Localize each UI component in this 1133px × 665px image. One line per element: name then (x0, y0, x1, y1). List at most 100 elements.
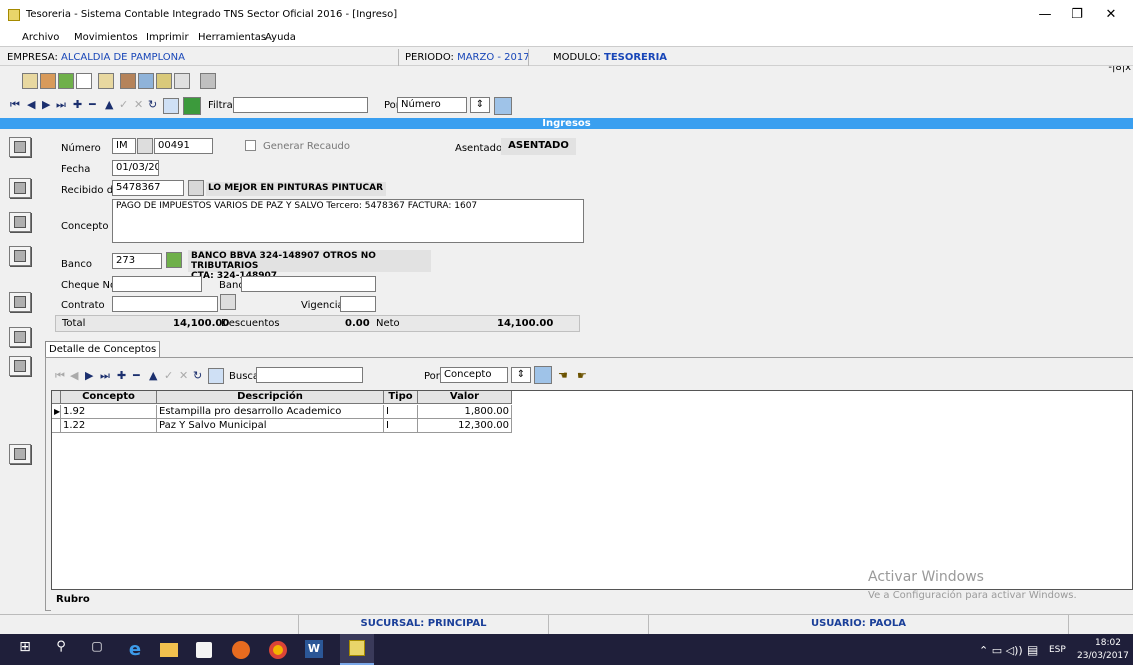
add-record-icon[interactable]: ✚ (73, 98, 82, 111)
numero-prefix-field[interactable]: IM (112, 138, 136, 154)
first-record-icon[interactable]: ⏮ (55, 369, 65, 383)
next-record-icon[interactable]: ▶ (42, 98, 50, 111)
contrato-field[interactable] (112, 296, 218, 312)
por-select[interactable]: Número (397, 97, 467, 113)
user-icon[interactable] (40, 73, 56, 89)
language-indicator[interactable]: ESP (1049, 645, 1066, 655)
side-button-export[interactable] (9, 327, 31, 347)
side-button-import[interactable] (9, 356, 31, 376)
menu-ayuda[interactable]: Ayuda (265, 32, 296, 43)
clock-date[interactable]: 23/03/2017 (1077, 651, 1129, 661)
side-button-close[interactable] (9, 444, 31, 464)
table-icon[interactable] (138, 73, 154, 89)
column-header-concepto[interactable]: Concepto (61, 391, 157, 404)
filtrar-input[interactable] (233, 97, 368, 113)
banco-field[interactable]: 273 (112, 253, 162, 269)
firefox-icon[interactable] (232, 641, 250, 659)
prev-record-icon[interactable]: ◀ (70, 369, 78, 382)
cancel-icon[interactable]: ✕ (134, 98, 143, 111)
people-icon[interactable] (120, 73, 136, 89)
column-header-valor[interactable]: Valor (418, 391, 512, 404)
file-explorer-icon[interactable] (160, 643, 178, 657)
por-select[interactable]: Concepto (440, 367, 508, 383)
money-bag-icon[interactable] (166, 252, 182, 268)
side-button-edit[interactable] (9, 178, 31, 198)
prev-pointer-icon[interactable]: ☚ (558, 369, 568, 382)
check-icon[interactable]: ✓ (119, 98, 128, 111)
recibido-field[interactable]: 5478367 (112, 180, 184, 196)
vigencia-field[interactable] (340, 296, 376, 312)
delete-record-icon[interactable]: ━ (133, 369, 140, 382)
store-icon[interactable] (196, 642, 212, 658)
clock-time[interactable]: 18:02 (1095, 638, 1121, 648)
side-button-print2[interactable] (9, 246, 31, 266)
table-cell[interactable]: 1.92 (61, 405, 157, 419)
menu-archivo[interactable]: Archivo (22, 32, 59, 43)
restore-button[interactable]: ❐ (1062, 6, 1092, 24)
cheque-field[interactable] (112, 276, 202, 292)
numero-field[interactable]: 00491 (154, 138, 213, 154)
task-view-icon[interactable]: ▢ (86, 639, 108, 661)
table-cell[interactable]: Paz Y Salvo Municipal (157, 419, 384, 433)
next-record-icon[interactable]: ▶ (85, 369, 93, 382)
table-cell[interactable]: Estampilla pro desarrollo Academico (157, 405, 384, 419)
search-icon[interactable]: ⚲ (50, 639, 72, 661)
tab-detalle-conceptos[interactable]: Detalle de Conceptos (45, 341, 161, 357)
contrato-lookup-icon[interactable] (220, 294, 236, 310)
table-cell[interactable]: 1,800.00 (418, 405, 512, 419)
document-icon[interactable] (76, 73, 92, 89)
find-icon[interactable] (534, 366, 552, 384)
word-icon[interactable]: W (305, 640, 323, 658)
last-record-icon[interactable]: ⏭ (100, 369, 110, 383)
cancel-icon[interactable]: ✕ (179, 369, 188, 382)
check-icon[interactable]: ✓ (164, 369, 173, 382)
side-button-new[interactable] (9, 137, 31, 157)
column-header-tipo[interactable]: Tipo (384, 391, 418, 404)
menu-movimientos[interactable]: Movimientos (74, 32, 138, 43)
search-icon[interactable] (174, 73, 190, 89)
table-cell[interactable]: 1.22 (61, 419, 157, 433)
buscar-input[interactable] (256, 367, 363, 383)
calendar-icon[interactable] (137, 138, 153, 154)
next-pointer-icon[interactable]: ☛ (577, 369, 587, 382)
tool-icon[interactable] (98, 73, 114, 89)
money-bag-icon[interactable] (58, 73, 74, 89)
banco2-field[interactable] (241, 276, 376, 292)
find-icon[interactable] (494, 97, 512, 115)
tool-icon[interactable] (22, 73, 38, 89)
table-cell[interactable]: 12,300.00 (418, 419, 512, 433)
side-button-print[interactable] (9, 212, 31, 232)
notification-icon[interactable]: ▤ (1027, 643, 1038, 657)
first-record-icon[interactable]: ⏮ (10, 98, 20, 112)
refresh-icon[interactable]: ↻ (193, 369, 202, 382)
menu-herramientas[interactable]: Herramientas (198, 32, 266, 43)
minimize-button[interactable]: — (1030, 6, 1060, 24)
last-record-icon[interactable]: ⏭ (56, 98, 66, 112)
chrome-icon[interactable] (269, 641, 287, 659)
chart-icon[interactable] (156, 73, 172, 89)
add-record-icon[interactable]: ✚ (117, 369, 126, 382)
select-arrow-icon[interactable]: ⇕ (470, 97, 490, 113)
search-tercero-icon[interactable] (188, 180, 204, 196)
close-button[interactable]: ✕ (1096, 6, 1126, 24)
delete-record-icon[interactable]: ━ (89, 98, 96, 111)
select-arrow-icon[interactable]: ⇕ (511, 367, 531, 383)
tns-app-taskbar-button[interactable] (340, 634, 374, 665)
up-arrow-icon[interactable]: ▲ (105, 98, 113, 111)
excel-icon[interactable] (183, 97, 201, 115)
generar-recaudo-checkbox[interactable] (245, 140, 256, 151)
refresh-icon[interactable]: ↻ (148, 98, 157, 111)
grid-icon[interactable] (163, 98, 179, 114)
prev-record-icon[interactable]: ◀ (27, 98, 35, 111)
up-arrow-icon[interactable]: ▲ (149, 369, 157, 382)
edge-icon[interactable]: e (124, 639, 146, 661)
tray-icons[interactable]: ⌃ ▭ ◁)) (979, 644, 1023, 657)
side-button-copy[interactable] (9, 292, 31, 312)
menu-imprimir[interactable]: Imprimir (146, 32, 189, 43)
windows-start-icon[interactable]: ⊞ (14, 639, 36, 661)
grid-icon[interactable] (208, 368, 224, 384)
fecha-field[interactable]: 01/03/2017 (112, 160, 159, 176)
calculator-icon[interactable] (200, 73, 216, 89)
table-cell[interactable]: I (384, 405, 418, 419)
concepto-textarea[interactable]: PAGO DE IMPUESTOS VARIOS DE PAZ Y SALVO … (112, 199, 584, 243)
